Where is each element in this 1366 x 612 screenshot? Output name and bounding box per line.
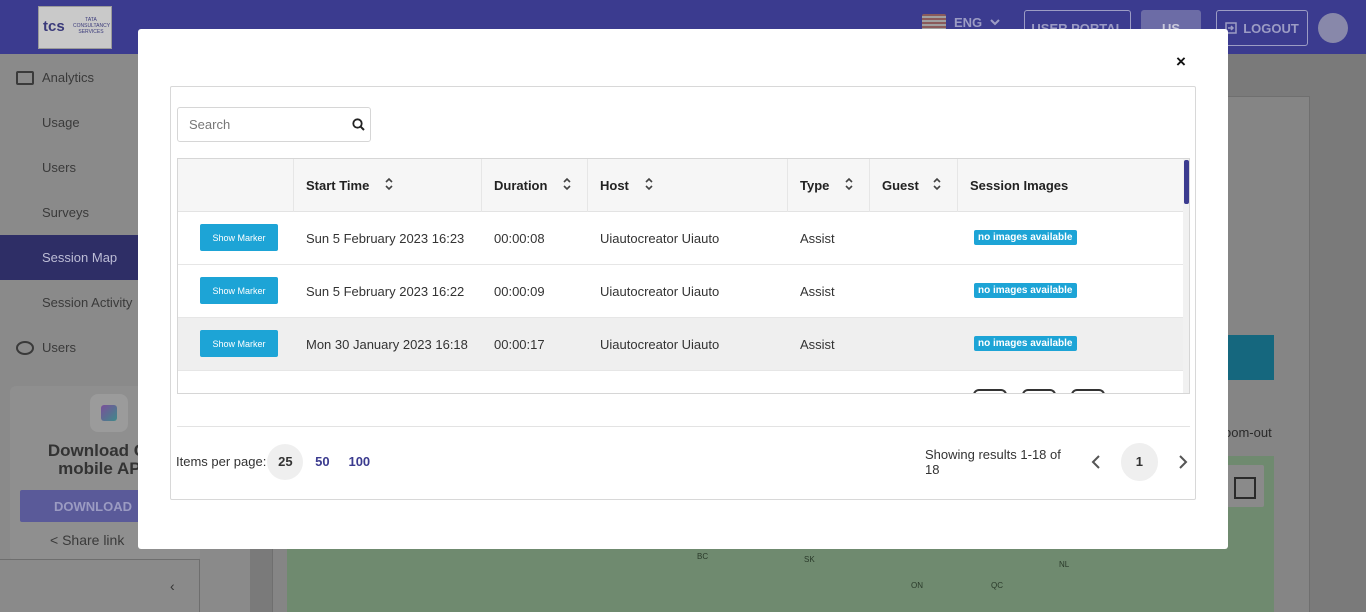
avatar[interactable] (1318, 13, 1348, 43)
share-link-label: Share link (62, 532, 125, 548)
search-input[interactable] (178, 108, 348, 141)
column-header-label: Duration (494, 178, 548, 193)
column-header-label: Guest (882, 178, 919, 193)
map-label: ON (911, 581, 923, 590)
type-cell: Assist (800, 283, 835, 299)
sidebar-item-label: Users (42, 340, 76, 355)
prev-page-button[interactable] (1084, 450, 1108, 474)
no-images-badge: no images available (974, 230, 1077, 245)
language-label: ENG (954, 14, 983, 30)
map-label: QC (991, 581, 1003, 590)
sidebar-collapse-bar[interactable]: ‹ (0, 559, 200, 612)
chevron-left-icon: ‹ (170, 578, 175, 594)
items-per-page-label: Items per page: (176, 454, 267, 469)
duration-cell: 00:00:17 (494, 336, 545, 352)
sidebar-item-label: Session Map (42, 250, 118, 265)
column-header-action (178, 159, 294, 212)
column-header-label: Host (600, 178, 629, 193)
divider (177, 426, 1190, 427)
items-per-page: Items per page: 25 50 100 (176, 443, 377, 480)
table-row: Show Marker Sun 5 February 2023 16:23 00… (178, 212, 1185, 265)
sidebar-item-label: Users (42, 160, 76, 175)
sort-icon (845, 177, 853, 191)
primary-action-button[interactable] (1226, 335, 1274, 380)
users-icon (16, 340, 34, 355)
column-header-duration[interactable]: Duration (482, 159, 588, 212)
pagination: Showing results 1-18 of 18 1 (925, 442, 1195, 481)
table-icon (16, 70, 34, 85)
share-link[interactable]: < Share link (50, 532, 124, 548)
image-thumbnail-partial (1022, 389, 1056, 393)
map-label: BC (697, 552, 709, 561)
logo-brand: tcs (43, 18, 65, 35)
column-header-type[interactable]: Type (788, 159, 870, 212)
sessions-table: Start Time Duration Host Type Guest Sess… (177, 158, 1190, 394)
image-thumbnail-partial (973, 389, 1007, 393)
logout-label: LOGOUT (1243, 20, 1299, 36)
show-marker-button[interactable]: Show Marker (200, 330, 278, 357)
chevron-down-icon (990, 19, 1000, 26)
sessions-panel: Start Time Duration Host Type Guest (170, 86, 1196, 500)
sort-icon (563, 177, 571, 191)
sidebar-item-label: Analytics (42, 70, 95, 85)
image-thumbnail-partial (1071, 389, 1105, 393)
column-header-label: Start Time (306, 178, 370, 193)
table-row: Show Marker Mon 30 January 2023 16:18 00… (178, 318, 1185, 371)
host-cell: Uiautocreator Uiauto (600, 336, 720, 352)
sidebar-item-label: Usage (42, 115, 80, 130)
close-icon[interactable]: × (1172, 53, 1190, 71)
show-marker-button[interactable]: Show Marker (200, 277, 278, 304)
column-header-label: Type (800, 178, 830, 193)
sidebar-item-label: Surveys (42, 205, 89, 220)
share-icon: < (50, 532, 59, 548)
host-cell: Uiautocreator Uiauto (600, 283, 720, 299)
chevron-right-icon (1179, 454, 1188, 469)
sort-icon (385, 177, 393, 191)
zoom-out-label: oom-out (1224, 425, 1272, 440)
chevron-left-icon (1091, 454, 1100, 469)
language-selector[interactable]: ENG (922, 14, 1000, 30)
next-page-button[interactable] (1171, 450, 1195, 474)
sidebar-item-label: Session Activity (42, 295, 133, 310)
column-header-guest[interactable]: Guest (870, 159, 958, 212)
sort-icon (933, 177, 941, 191)
duration-cell: 00:00:09 (494, 283, 545, 299)
no-images-badge: no images available (974, 283, 1077, 298)
search-icon[interactable] (352, 118, 365, 131)
column-header-start-time[interactable]: Start Time (294, 159, 482, 212)
start-time-cell: Sun 5 February 2023 16:23 (306, 230, 465, 246)
column-header-host[interactable]: Host (588, 159, 788, 212)
app-icon (90, 394, 128, 432)
start-time-cell: Sun 5 February 2023 16:22 (306, 283, 465, 299)
start-time-cell: Mon 30 January 2023 16:18 (306, 336, 468, 352)
sessions-modal: × Start Time Duration Host (138, 29, 1228, 549)
host-cell: Uiautocreator Uiauto (600, 230, 720, 246)
results-count: Showing results 1-18 of 18 (925, 446, 1061, 477)
us-flag-icon (922, 14, 946, 30)
table-header: Start Time Duration Host Type Guest Sess… (178, 159, 1185, 212)
fullscreen-icon[interactable] (1222, 465, 1264, 507)
column-header-label: Session Images (970, 178, 1069, 193)
type-cell: Assist (800, 336, 835, 352)
table-scrollbar-thumb[interactable] (1184, 160, 1189, 204)
no-images-badge: no images available (974, 336, 1077, 351)
duration-cell: 00:00:08 (494, 230, 545, 246)
table-row: Show Marker Sun 5 February 2023 16:22 00… (178, 265, 1185, 318)
show-marker-button[interactable]: Show Marker (200, 224, 278, 251)
page-number-button[interactable]: 1 (1120, 442, 1159, 481)
sort-icon (645, 177, 653, 191)
per-page-option-100[interactable]: 100 (341, 444, 377, 480)
search-box (177, 107, 371, 142)
per-page-option-25[interactable]: 25 (267, 443, 304, 480)
company-logo: tcs TATA CONSULTANCY SERVICES (38, 6, 112, 49)
map-label: NL (1059, 560, 1070, 569)
logout-button[interactable]: LOGOUT (1216, 10, 1308, 46)
type-cell: Assist (800, 230, 835, 246)
per-page-option-50[interactable]: 50 (304, 444, 340, 480)
logo-subtitle: TATA CONSULTANCY SERVICES (73, 17, 111, 35)
column-header-session-images: Session Images (958, 159, 1185, 212)
map-label: SK (804, 555, 815, 564)
